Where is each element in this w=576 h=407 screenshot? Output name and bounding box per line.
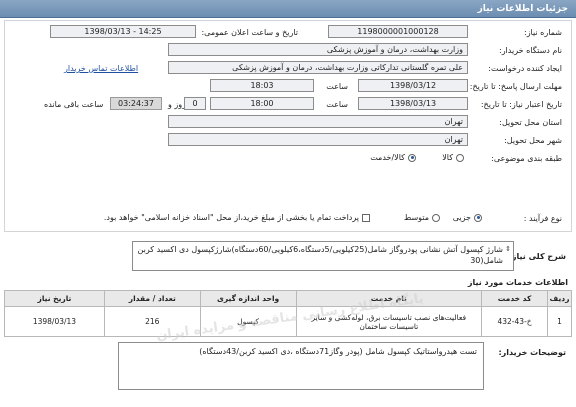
announce-datetime-label: تاریخ و ساعت اعلان عمومی: <box>201 28 298 37</box>
validity-date: 1398/03/13 <box>358 97 468 110</box>
process-type-label: نوع فرآیند : <box>523 214 562 223</box>
radio-selected-icon[interactable] <box>474 213 482 222</box>
col-row: ردیف <box>547 290 572 307</box>
summary-text: شارژ کپسول آتش نشانی پودروگاز شامل(25کیل… <box>137 245 503 265</box>
buyer-notes-text: تست هیدرواستاتیک کپسول شامل (پودر وگاز71… <box>199 347 477 356</box>
need-number-field: 1198000001000128 <box>328 25 468 38</box>
buyer-org-label: نام دستگاه خریدار: <box>499 46 562 55</box>
treasury-payment-option[interactable]: پرداخت تمام یا بخشی از مبلغ خرید،از محل … <box>104 213 370 222</box>
need-number-label: شماره نیاز: <box>524 28 562 37</box>
radio-selected-icon[interactable] <box>408 153 416 162</box>
col-quantity: تعداد / مقدار <box>103 290 201 307</box>
category-label: طبقه بندی موضوعی: <box>491 154 562 163</box>
summary-label: شرح کلی نیاز: <box>508 252 566 261</box>
services-section-title: اطلاعات خدمات مورد نیاز <box>467 278 568 287</box>
remaining-time: 03:24:37 <box>110 97 162 110</box>
table-header-row: ردیف کد خدمت نام خدمت واحد اندازه گیری ت… <box>4 290 572 307</box>
buyer-notes-label: توضیحات خریدار: <box>498 348 566 357</box>
page-title-bar: جزئیات اطلاعات نیاز <box>0 0 576 18</box>
scroll-arrows-icon[interactable]: ⇕ <box>505 244 511 255</box>
cell-need-date: 1398/03/13 <box>4 306 105 337</box>
announce-datetime-field: 1398/03/13 - 14:25 <box>50 25 196 38</box>
category-option-goods[interactable]: کالا <box>442 153 464 162</box>
reply-deadline-label: مهلت ارسال پاسخ: تا تاریخ: <box>469 82 562 91</box>
delivery-province-label: استان محل تحویل: <box>499 118 562 127</box>
buyer-org-field: وزارت بهداشت، درمان و آموزش پزشکی <box>168 43 468 56</box>
reply-deadline-date: 1398/03/12 <box>358 79 468 92</box>
requester-field: علی تمره گلستانی تدارکاتی وزارت بهداشت، … <box>168 61 468 74</box>
summary-box: ⇕ شارژ کپسول آتش نشانی پودروگاز شامل(25ک… <box>132 241 514 271</box>
cell-service-code: خ-43-432 <box>481 306 549 337</box>
col-unit: واحد اندازه گیری <box>199 290 297 307</box>
validity-time-label: ساعت <box>326 100 348 109</box>
page-title: جزئیات اطلاعات نیاز <box>477 4 568 14</box>
checkbox-icon[interactable] <box>362 213 370 222</box>
cell-row: 1 <box>547 306 572 337</box>
category-option-goods-service[interactable]: کالا/خدمت <box>370 153 416 162</box>
validity-time: 18:00 <box>210 97 314 110</box>
delivery-province-field: تهران <box>168 115 468 128</box>
delivery-city-label: شهر محل تحویل: <box>504 136 562 145</box>
reply-deadline-time: 18:03 <box>210 79 314 92</box>
reply-time-label: ساعت <box>326 82 348 91</box>
process-option-medium[interactable]: متوسط <box>404 213 440 222</box>
col-service-code: کد خدمت <box>481 290 549 307</box>
requester-label: ایجاد کننده درخواست: <box>488 64 562 73</box>
radio-icon[interactable] <box>432 213 440 222</box>
buyer-contact-link[interactable]: اطلاعات تماس خریدار <box>64 64 138 73</box>
delivery-city-field: تهران <box>168 133 468 146</box>
remaining-label: ساعت باقی مانده <box>44 100 104 109</box>
remaining-days-field: 0 <box>184 97 206 110</box>
buyer-notes-box: تست هیدرواستاتیک کپسول شامل (پودر وگاز71… <box>118 342 484 390</box>
process-option-minor[interactable]: جزیی <box>453 213 482 222</box>
validity-deadline-label: تاریخ اعتبار نیاز: تا تاریخ: <box>480 100 562 109</box>
col-need-date: تاریخ نیاز <box>4 290 105 307</box>
radio-icon[interactable] <box>456 153 464 162</box>
